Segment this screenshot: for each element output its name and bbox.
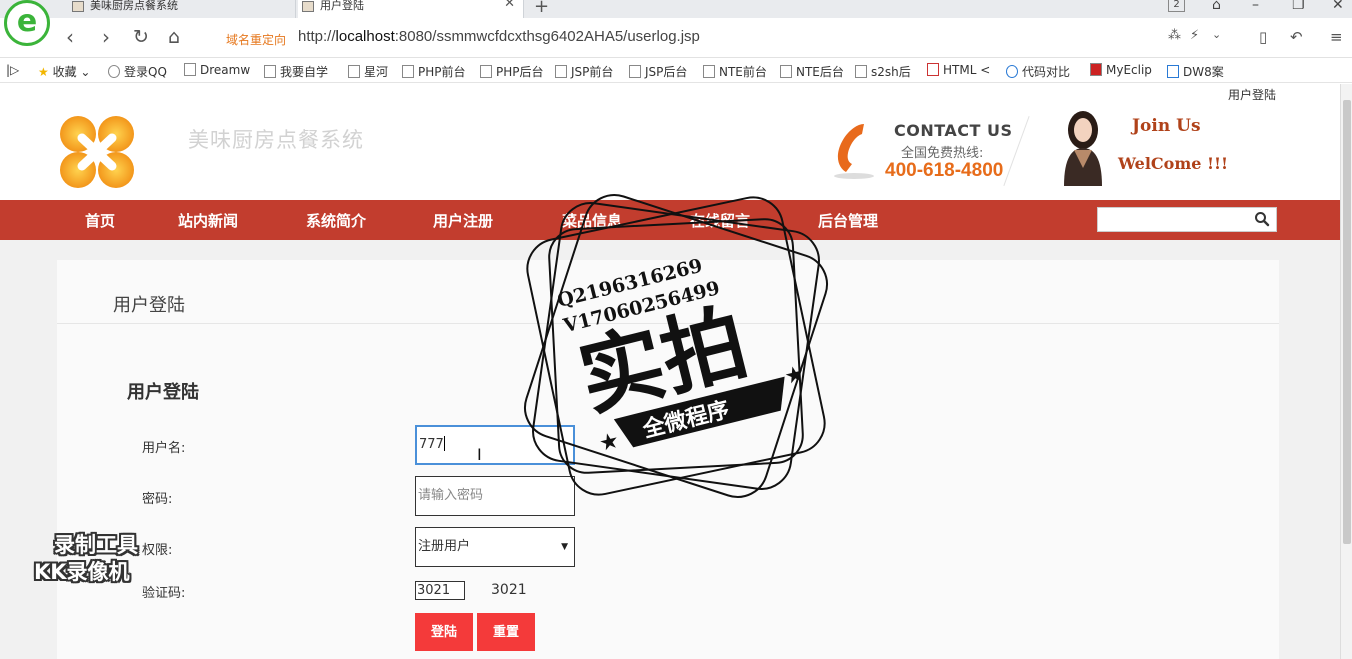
site-header: 用户登陆 美味厨房点餐系统 CONTACT US 全国免费热线: 400-618…	[0, 84, 1340, 200]
back-icon[interactable]: ‹	[66, 26, 74, 48]
dropdown-arrow-icon[interactable]: ▼	[561, 528, 568, 566]
browser-logo-icon[interactable]: e	[4, 0, 50, 46]
tab-count-badge[interactable]: 2	[1168, 0, 1185, 12]
search-icon[interactable]	[1254, 211, 1270, 227]
login-button[interactable]: 登陆	[415, 613, 473, 651]
form-title: 用户登陆	[127, 382, 199, 403]
bookmark-item[interactable]: PHP前台	[402, 63, 466, 80]
bookmark-item[interactable]: 代码对比	[1006, 63, 1070, 80]
tab-home[interactable]: 美味厨房点餐系统	[68, 0, 296, 18]
login-panel: 用户登陆 用户登陆 用户名: 777 I 密码: 请输入密码 权限: 注册用户 …	[57, 260, 1279, 659]
home-icon[interactable]: ⌂	[168, 26, 180, 48]
bookmark-item[interactable]: Dreamw	[184, 63, 250, 77]
captcha-input[interactable]: 3021	[415, 581, 465, 600]
hotline-number: 400-618-4800	[885, 160, 1004, 181]
browser-tab-bar: 美味厨房点餐系统 用户登陆 ✕ + 2 ⌂ – ❐ ✕	[0, 0, 1352, 18]
scrollbar-thumb[interactable]	[1343, 100, 1351, 544]
browser-nav-bar: ‹ › ↻ ⌂ 域名重定向 http://localhost:8080/ssmm…	[0, 18, 1352, 58]
bookmark-item[interactable]: NTE后台	[780, 63, 844, 80]
woman-portrait-icon	[1064, 111, 1102, 186]
url-host: localhost	[335, 28, 395, 45]
phone-icon	[834, 124, 874, 179]
bookmark-item[interactable]: JSP后台	[629, 63, 687, 80]
bookmark-item[interactable]: s2sh后	[855, 63, 911, 80]
bookmark-item[interactable]: DW8案	[1167, 63, 1224, 80]
page-favicon-icon	[72, 1, 84, 12]
search-input[interactable]	[1097, 207, 1277, 232]
role-select[interactable]: 注册用户 ▼	[415, 527, 575, 567]
close-window-icon[interactable]: ✕	[1332, 0, 1344, 13]
role-label: 权限:	[142, 543, 173, 558]
tab-login[interactable]: 用户登陆 ✕	[298, 0, 524, 18]
mouse-ibeam-cursor: I	[477, 445, 482, 464]
reader-mode-icon[interactable]: ▯	[1259, 28, 1267, 46]
text-caret	[443, 436, 445, 451]
lightning-icon[interactable]: ⚡	[1190, 28, 1199, 43]
url-prefix: http://	[298, 28, 336, 45]
web-page: 用户登陆 美味厨房点餐系统 CONTACT US 全国免费热线: 400-618…	[0, 84, 1340, 659]
site-logo-icon	[60, 116, 134, 188]
chevron-down-icon[interactable]: ⌄	[1212, 28, 1221, 41]
menu-item-dishes[interactable]: 菜品信息	[562, 210, 622, 231]
bookmark-item[interactable]: NTE前台	[703, 63, 767, 80]
site-title: 美味厨房点餐系统	[188, 128, 364, 152]
main-menu: 首页 站内新闻 系统简介 用户注册 菜品信息 在线留言 后台管理	[0, 200, 1340, 240]
username-value: 777	[419, 437, 444, 452]
tab-title: 美味厨房点餐系统	[90, 0, 178, 12]
restore-icon[interactable]: ❐	[1292, 0, 1305, 13]
redirect-label: 域名重定向	[226, 33, 287, 47]
username-input[interactable]: 777	[415, 425, 575, 465]
new-tab-icon[interactable]: +	[534, 0, 549, 17]
apps-grid-icon[interactable]: ⁂	[1168, 28, 1181, 43]
password-label: 密码:	[142, 492, 173, 507]
bookmark-item[interactable]: 登录QQ	[108, 63, 167, 80]
menu-item-admin[interactable]: 后台管理	[818, 210, 878, 231]
bookmark-item[interactable]: ★ 收藏 ⌄	[38, 63, 90, 80]
captcha-label: 验证码:	[142, 586, 186, 601]
username-label: 用户名:	[142, 441, 186, 456]
captcha-code[interactable]: 3021	[491, 582, 527, 598]
menu-item-news[interactable]: 站内新闻	[178, 210, 238, 231]
bookmarks-bar: |▷ ★ 收藏 ⌄ 登录QQ Dreamw 我要自学 星河 PHP前台 PHP后…	[0, 59, 1352, 83]
menu-item-about[interactable]: 系统简介	[306, 210, 366, 231]
menu-item-messages[interactable]: 在线留言	[690, 210, 750, 231]
join-us-text: Join Us	[1132, 116, 1201, 136]
hotline-label: 全国免费热线:	[901, 146, 984, 161]
bookmark-item[interactable]: MyEclip	[1090, 63, 1152, 77]
shirt-skin-icon[interactable]: ⌂	[1212, 0, 1221, 13]
panel-title: 用户登陆	[113, 295, 185, 316]
page-favicon-icon	[302, 1, 314, 12]
welcome-text: WelCome !!!	[1118, 154, 1229, 173]
bookmark-item[interactable]: 星河	[348, 63, 388, 80]
password-input[interactable]: 请输入密码	[415, 476, 575, 516]
undo-icon[interactable]: ↶	[1290, 28, 1303, 46]
bookmark-item[interactable]: JSP前台	[555, 63, 613, 80]
role-selected-value: 注册用户	[418, 539, 471, 554]
tab-title: 用户登陆	[320, 0, 364, 12]
minimize-icon[interactable]: –	[1252, 0, 1259, 13]
reset-button[interactable]: 重置	[477, 613, 535, 651]
menu-icon[interactable]: ≡	[1330, 28, 1343, 46]
bookmark-item[interactable]: HTML <	[927, 63, 990, 77]
menu-item-register[interactable]: 用户注册	[433, 210, 493, 231]
top-login-link[interactable]: 用户登陆	[1228, 86, 1276, 103]
page-scrollbar[interactable]	[1340, 84, 1352, 659]
url-path: :8080/ssmmwcfdcxthsg6402AHA5/userlog.jsp	[394, 28, 700, 45]
panel-header: 用户登陆	[57, 260, 1279, 324]
reload-icon[interactable]: ↻	[133, 26, 149, 48]
contact-title: CONTACT US	[894, 121, 1013, 140]
forward-icon[interactable]: ›	[102, 26, 110, 48]
close-tab-icon[interactable]: ✕	[504, 0, 515, 10]
bookmark-item[interactable]: PHP后台	[480, 63, 544, 80]
address-bar[interactable]: http://localhost:8080/ssmmwcfdcxthsg6402…	[298, 28, 700, 45]
bookmark-item[interactable]: 我要自学	[264, 63, 328, 80]
menu-item-home[interactable]: 首页	[85, 210, 115, 231]
sidebar-toggle-icon[interactable]: |▷	[6, 63, 19, 77]
